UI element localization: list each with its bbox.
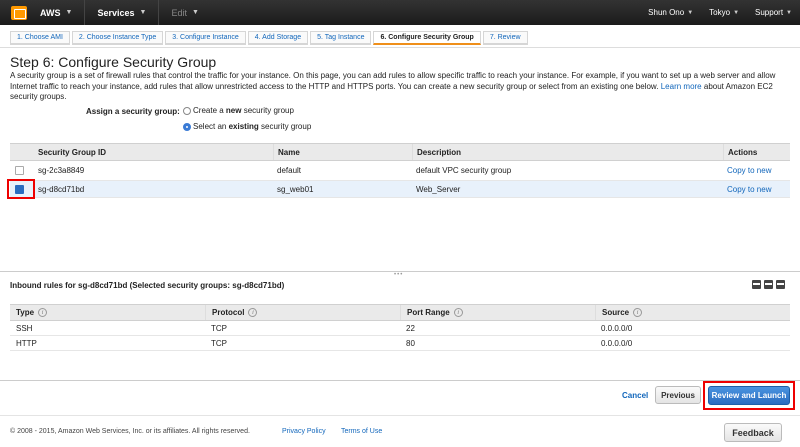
aws-menu[interactable]: AWS ▼ <box>28 0 86 25</box>
radio-select-existing[interactable]: Select an existing security group <box>183 122 311 131</box>
info-icon[interactable]: i <box>633 308 643 317</box>
copy-to-new-link[interactable]: Copy to new <box>723 181 790 197</box>
support-label: Support <box>755 8 784 17</box>
table-header: Security Group ID Name Description Actio… <box>10 143 790 161</box>
table-row[interactable]: sg-2c3a8849 default default VPC security… <box>10 161 790 181</box>
col-header-description[interactable]: Description <box>412 144 723 160</box>
radio-button[interactable] <box>183 106 191 115</box>
privacy-policy-link[interactable]: Privacy Policy <box>282 428 326 435</box>
cell-source: 0.0.0.0/0 <box>601 338 633 348</box>
step-add-storage[interactable]: 4. Add Storage <box>247 31 309 45</box>
cell-security-group-id: sg-d8cd71bd <box>38 184 85 194</box>
cell-protocol: TCP <box>211 338 227 348</box>
highlight-box <box>7 179 35 199</box>
highlight-box <box>703 381 795 410</box>
assign-security-group-label: Assign a security group: <box>86 107 180 116</box>
info-icon[interactable]: i <box>248 308 258 317</box>
region-name: Tokyo <box>709 8 731 17</box>
services-menu-label: Services <box>97 7 135 18</box>
cell-security-group-id: sg-2c3a8849 <box>38 166 85 175</box>
radio-label: Select an existing security group <box>193 122 312 131</box>
info-icon[interactable]: i <box>453 308 463 317</box>
divider <box>0 415 800 416</box>
cell-description: Web_Server <box>416 184 461 194</box>
top-nav-bar: AWS ▼ Services ▼ Edit ▼ Shun Ono ▼ Tokyo… <box>0 0 800 25</box>
region-menu[interactable]: Tokyo ▼ <box>701 8 747 17</box>
layout-full-icon[interactable] <box>776 280 785 289</box>
security-groups-table: Security Group ID Name Description Actio… <box>10 143 790 198</box>
row-checkbox[interactable] <box>14 166 24 175</box>
cancel-button[interactable]: Cancel <box>622 391 648 400</box>
radio-button-selected[interactable] <box>183 122 191 131</box>
step-review[interactable]: 7. Review <box>482 31 528 45</box>
radio-label: Create a new security group <box>193 106 294 115</box>
user-menu[interactable]: Shun Ono ▼ <box>640 8 701 17</box>
chevron-down-icon: ▼ <box>786 9 792 16</box>
inbound-rules-table: Type i Protocol i Port Range i Source i SSH … <box>10 304 790 351</box>
col-header-type: Type i <box>10 308 205 317</box>
table-row: SSH TCP 22 0.0.0.0/0 <box>10 321 790 336</box>
layout-bottom-panel-icon[interactable] <box>752 280 761 289</box>
copyright-text: © 2008 - 2015, Amazon Web Services, Inc.… <box>10 428 250 435</box>
copy-to-new-link[interactable]: Copy to new <box>723 161 790 180</box>
terms-of-use-link[interactable]: Terms of Use <box>341 428 382 435</box>
cell-port-range: 80 <box>406 338 415 348</box>
edit-menu[interactable]: Edit ▼ <box>159 0 210 25</box>
support-menu[interactable]: Support ▼ <box>747 8 800 17</box>
layout-split-icon[interactable] <box>764 280 773 289</box>
page-title: Step 6: Configure Security Group <box>10 54 217 70</box>
col-header-protocol: Protocol i <box>205 305 400 320</box>
chevron-down-icon: ▼ <box>65 9 73 16</box>
edit-menu-label: Edit <box>171 7 187 18</box>
aws-menu-label: AWS <box>40 7 61 18</box>
step-configure-security-group[interactable]: 6. Configure Security Group <box>373 31 481 45</box>
chevron-down-icon: ▼ <box>733 9 740 16</box>
info-icon[interactable]: i <box>38 308 48 317</box>
cell-type: SSH <box>16 323 33 333</box>
col-header-actions: Actions <box>723 144 790 160</box>
row-checkbox-cell <box>10 166 28 175</box>
table-row: HTTP TCP 80 0.0.0.0/0 <box>10 336 790 351</box>
drag-handle-icon[interactable]: ••• <box>394 272 403 278</box>
step-choose-instance-type[interactable]: 2. Choose Instance Type <box>71 31 164 45</box>
cell-name: sg_web01 <box>277 184 314 194</box>
radio-create-new[interactable]: Create a new security group <box>183 106 294 115</box>
col-header-port-range: Port Range i <box>400 305 595 320</box>
chevron-down-icon: ▼ <box>687 9 694 16</box>
services-menu[interactable]: Services ▼ <box>85 0 160 25</box>
col-header-security-group-id[interactable]: Security Group ID <box>28 148 273 157</box>
cell-port-range: 22 <box>406 323 415 333</box>
table-header: Type i Protocol i Port Range i Source i <box>10 304 790 321</box>
chevron-down-icon: ▼ <box>191 9 199 16</box>
cell-description: default VPC security group <box>416 166 512 175</box>
view-toggle-group <box>752 280 785 289</box>
aws-cube-icon[interactable] <box>10 5 28 21</box>
col-header-name[interactable]: Name <box>273 144 412 160</box>
cell-type: HTTP <box>16 338 37 348</box>
nav-right-group: Shun Ono ▼ Tokyo ▼ Support ▼ <box>640 8 800 17</box>
cell-name: default <box>277 166 302 175</box>
learn-more-link[interactable]: Learn more <box>661 82 702 91</box>
table-row-selected[interactable]: sg-d8cd71bd sg_web01 Web_Server Copy to … <box>10 181 790 198</box>
cell-source: 0.0.0.0/0 <box>601 323 633 333</box>
feedback-button[interactable]: Feedback <box>724 423 782 442</box>
previous-button[interactable]: Previous <box>655 386 701 404</box>
divider <box>0 47 800 48</box>
col-header-source: Source i <box>595 305 790 320</box>
divider <box>0 380 800 381</box>
cell-protocol: TCP <box>211 323 227 333</box>
page-description: A security group is a set of firewall ru… <box>10 71 795 103</box>
step-tag-instance[interactable]: 5. Tag Instance <box>310 31 372 45</box>
user-name: Shun Ono <box>648 8 685 17</box>
chevron-down-icon: ▼ <box>139 9 147 16</box>
wizard-steps: 1. Choose AMI 2. Choose Instance Type 3.… <box>10 31 528 45</box>
step-choose-ami[interactable]: 1. Choose AMI <box>10 31 70 45</box>
step-configure-instance[interactable]: 3. Configure Instance <box>165 31 246 45</box>
inbound-rules-title: Inbound rules for sg-d8cd71bd (Selected … <box>10 281 285 290</box>
